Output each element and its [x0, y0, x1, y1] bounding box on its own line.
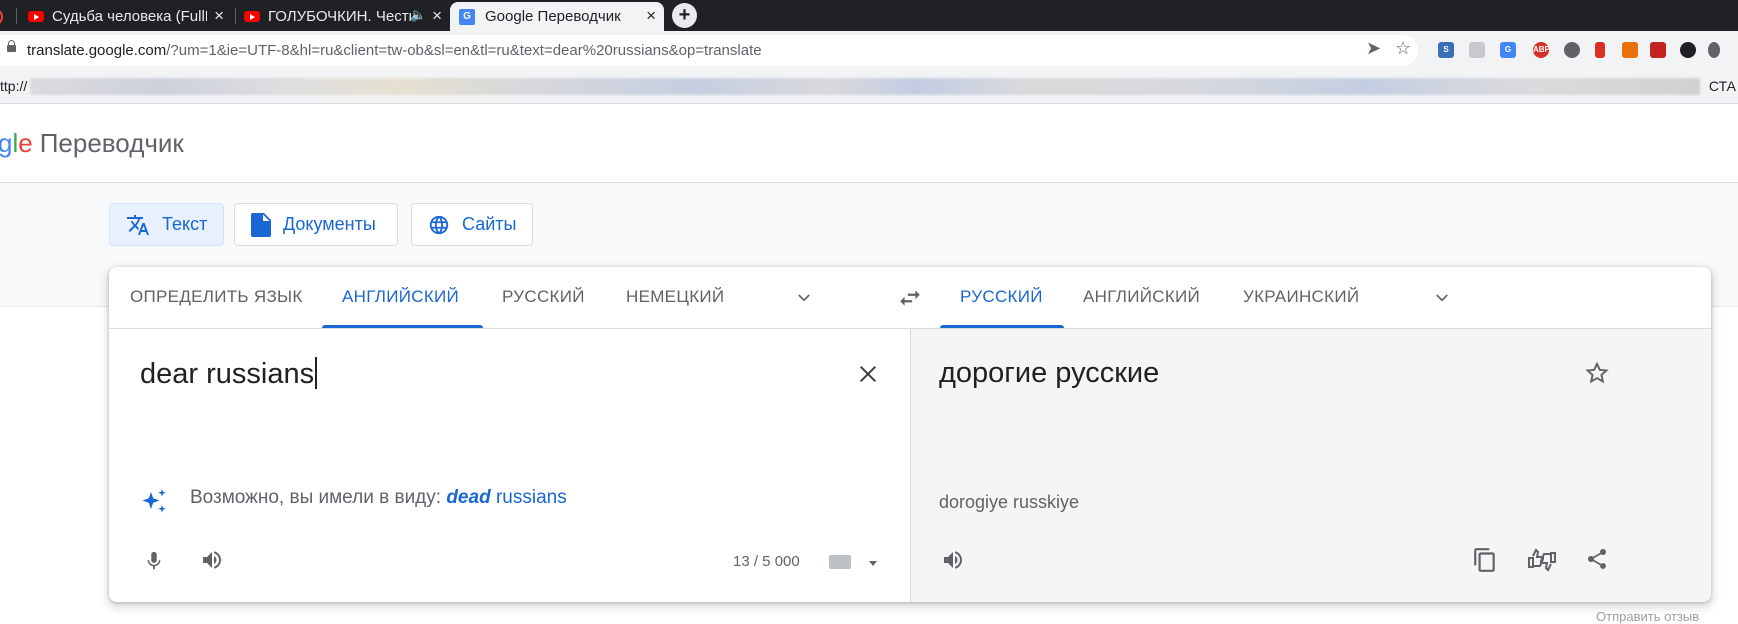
send-feedback-link[interactable]: Отправить отзыв: [1596, 609, 1699, 624]
target-lang-more-chevron-icon[interactable]: [1433, 289, 1451, 312]
suggestion-rest: russians: [490, 487, 567, 508]
listen-translation-icon[interactable]: [941, 548, 965, 577]
globe-icon: [428, 214, 450, 236]
rate-translation-icon[interactable]: [1527, 547, 1557, 578]
tab-separator: [235, 8, 236, 24]
youtube-icon: [28, 11, 44, 22]
audio-playing-icon[interactable]: 🔈: [410, 7, 426, 23]
transliteration: dorogiye russkiye: [939, 492, 1080, 512]
url-host: translate.google.com: [27, 42, 167, 59]
source-lang-russian[interactable]: РУССКИЙ: [502, 287, 585, 307]
pinterest-icon: [0, 9, 3, 24]
close-tab-icon[interactable]: ×: [214, 7, 224, 25]
did-you-mean-prefix: Возможно, вы имели в виду:: [190, 487, 442, 508]
youtube-icon: [244, 11, 260, 22]
bookmarks-bar: ttp:// СТА: [0, 70, 1738, 104]
mode-sites-label: Сайты: [462, 214, 517, 234]
google-translate-logo[interactable]: gle Переводчик: [0, 128, 184, 159]
listen-source-icon[interactable]: [200, 548, 224, 577]
google-translate-favicon: G: [459, 8, 475, 25]
tab-youtube-1[interactable]: Судьба человека (FullHD ×: [20, 2, 232, 31]
adblock-icon[interactable]: ABP: [1533, 42, 1550, 58]
sparkle-icon: [139, 486, 169, 521]
browser-tabstrip: Судьба человека (FullHD × ГОЛУБОЧКИН. Че…: [0, 0, 1738, 31]
microphone-icon[interactable]: [143, 548, 165, 579]
source-lang-german[interactable]: НЕМЕЦКИЙ: [626, 287, 724, 307]
url-path: /?um=1&ie=UTF-8&hl=ru&client=tw-ob&sl=en…: [166, 42, 762, 59]
address-bar[interactable]: translate.google.com/?um=1&ie=UTF-8&hl=r…: [0, 35, 1418, 66]
clear-source-icon[interactable]: [857, 363, 879, 390]
source-textarea[interactable]: dear russians: [140, 357, 317, 391]
share-icon[interactable]: [1585, 547, 1609, 576]
tab-google-translate[interactable]: G Google Переводчик ×: [450, 2, 664, 31]
translation-text: дорогие русские: [939, 357, 1160, 389]
close-tab-icon[interactable]: ×: [646, 7, 656, 25]
tab-pinned-partial[interactable]: [0, 2, 10, 31]
tab-title: ГОЛУБОЧКИН. Честно: [268, 8, 411, 25]
bookmark-item[interactable]: СТА: [1709, 78, 1736, 94]
lock-icon[interactable]: [7, 40, 16, 52]
source-lang-active-indicator: [322, 325, 483, 328]
did-you-mean: Возможно, вы имели в виду: dead russians: [190, 487, 567, 509]
tab-separator: [16, 8, 17, 24]
extension-gear-icon[interactable]: [1564, 42, 1580, 58]
translate-extension-icon[interactable]: G: [1500, 42, 1516, 58]
extension-bookmark-icon[interactable]: [1595, 42, 1605, 58]
mode-text-button[interactable]: Текст: [109, 203, 224, 246]
mode-sites-button[interactable]: Сайты: [411, 203, 533, 246]
mode-documents-label: Документы: [283, 214, 376, 234]
source-lang-more-chevron-icon[interactable]: [795, 289, 813, 312]
extension-partial-icon[interactable]: [1708, 42, 1720, 58]
tab-title: Google Переводчик: [485, 8, 621, 25]
logo-letters: gle: [0, 128, 33, 158]
extension-red-icon[interactable]: [1650, 42, 1666, 58]
translate-card: ОПРЕДЕЛИТЬ ЯЗЫК АНГЛИЙСКИЙ РУССКИЙ НЕМЕЦ…: [109, 267, 1711, 602]
character-counter: 13 / 5 000: [733, 553, 800, 570]
extension-dark-icon[interactable]: [1680, 42, 1696, 58]
source-lang-english[interactable]: АНГЛИЙСКИЙ: [342, 287, 459, 307]
bookmark-star-icon[interactable]: ☆: [1395, 38, 1411, 59]
tab-youtube-2[interactable]: ГОЛУБОЧКИН. Честно 🔈 ×: [240, 2, 450, 31]
url-text[interactable]: translate.google.com/?um=1&ie=UTF-8&hl=r…: [27, 42, 762, 59]
translate-icon: [126, 213, 150, 237]
target-lang-active-indicator: [940, 325, 1064, 328]
target-lang-english[interactable]: АНГЛИЙСКИЙ: [1083, 287, 1200, 307]
send-to-devices-icon[interactable]: ➤: [1366, 38, 1381, 59]
tab-title: Судьба человека (FullHD: [52, 8, 207, 25]
swap-languages-icon[interactable]: [897, 285, 923, 316]
blurred-bookmarks: [30, 78, 1700, 95]
extension-icon[interactable]: S: [1438, 42, 1454, 58]
source-lang-detect[interactable]: ОПРЕДЕЛИТЬ ЯЗЫК: [130, 287, 303, 307]
save-translation-star-icon[interactable]: [1584, 360, 1610, 391]
copy-translation-icon[interactable]: [1472, 547, 1498, 578]
bookmark-item[interactable]: ttp://: [0, 78, 27, 94]
browser-toolbar: translate.google.com/?um=1&ie=UTF-8&hl=r…: [0, 31, 1738, 70]
mode-documents-button[interactable]: Документы: [234, 203, 398, 246]
target-pane: дорогие русские dorogiye russkiye: [910, 329, 1711, 602]
document-icon: [251, 212, 271, 237]
app-header: gle Переводчик: [0, 104, 1738, 183]
extension-globe-icon[interactable]: [1469, 42, 1485, 58]
did-you-mean-link[interactable]: dead russians: [446, 487, 566, 508]
keyboard-icon[interactable]: [829, 555, 851, 569]
target-lang-russian[interactable]: РУССКИЙ: [960, 287, 1043, 307]
target-lang-ukrainian[interactable]: УКРАИНСКИЙ: [1243, 287, 1359, 307]
product-name: Переводчик: [39, 128, 184, 158]
input-tools-dropdown-icon[interactable]: [869, 561, 877, 566]
source-text: dear russians: [140, 358, 315, 390]
language-bar: ОПРЕДЕЛИТЬ ЯЗЫК АНГЛИЙСКИЙ РУССКИЙ НЕМЕЦ…: [109, 267, 1711, 329]
source-pane: dear russians Возможно, вы имели в виду:…: [109, 329, 909, 602]
suggestion-correction: dead: [446, 487, 491, 508]
new-tab-button[interactable]: +: [672, 3, 697, 28]
mode-text-label: Текст: [162, 214, 208, 234]
text-cursor: [315, 357, 317, 389]
close-tab-icon[interactable]: ×: [432, 7, 442, 25]
extension-shape-icon[interactable]: [1622, 42, 1638, 58]
